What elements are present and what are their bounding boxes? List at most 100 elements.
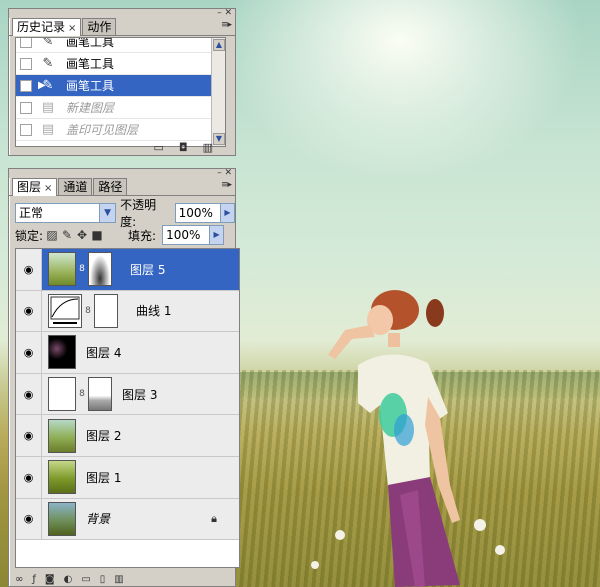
history-item[interactable]: ✎ 画笔工具 <box>16 53 225 75</box>
tab-channels[interactable]: 通道 <box>58 178 93 195</box>
layers-panel-titlebar[interactable]: – ✕ <box>9 169 235 178</box>
chevron-down-icon[interactable]: ▼ <box>99 204 116 222</box>
history-item-label: 画笔工具 <box>66 79 115 93</box>
scroll-up-icon[interactable]: ▲ <box>213 39 225 51</box>
link-layers-icon[interactable]: ∞ <box>15 574 32 585</box>
tab-paths-label: 路径 <box>98 180 123 194</box>
panel-menu-icon[interactable]: ≡▸ <box>221 181 232 190</box>
link-chain-icon[interactable]: 8 <box>77 264 87 274</box>
history-item-label: 盖印可见图层 <box>66 123 139 137</box>
blend-mode-select[interactable]: 正常 ▼ <box>15 203 117 223</box>
layer-thumbnail[interactable] <box>48 418 76 453</box>
eye-icon[interactable]: ◉ <box>16 290 42 332</box>
layer-mask-thumbnail[interactable] <box>88 252 112 287</box>
layer-row[interactable]: ◉ 图层 4 <box>16 332 239 374</box>
eye-icon[interactable]: ◉ <box>16 332 42 373</box>
layer-row[interactable]: ◉ 图层 2 <box>16 415 239 457</box>
layers-list: ◉ 8 图层 5 ◉ 8 曲线 1 ◉ 图层 4 ◉ 8 图层 3 ◉ 图层 2… <box>15 248 240 568</box>
fill-slider-arrow-icon[interactable]: ▶ <box>209 226 224 244</box>
tab-actions-label: 动作 <box>87 20 112 34</box>
layer-thumbnail[interactable] <box>48 377 76 412</box>
brush-icon: ✎ <box>42 37 54 49</box>
opacity-value: 100% <box>178 206 213 220</box>
tab-close-icon[interactable]: × <box>68 23 76 34</box>
layer-row[interactable]: ◉ 图层 1 <box>16 456 239 499</box>
brush-icon: ✎ <box>42 56 54 71</box>
opacity-slider-arrow-icon[interactable]: ▶ <box>220 204 234 222</box>
layer-name[interactable]: 背景 <box>86 510 110 527</box>
new-snapshot-icon[interactable]: ◘ <box>179 141 188 154</box>
tab-layers-label: 图层 <box>17 180 42 194</box>
lock-fill-row: 锁定: ▨ ✎ ✥ ■ 填充: 100% ▶ <box>15 225 225 245</box>
trash-icon[interactable]: ▥ <box>203 141 213 154</box>
panel-minimize-close[interactable]: – ✕ <box>217 169 232 178</box>
layer-mask-thumbnail[interactable] <box>94 293 118 328</box>
history-source-checkbox[interactable] <box>20 57 32 70</box>
layer-mask-thumbnail[interactable] <box>88 377 112 412</box>
layer-row[interactable]: ◉ 8 曲线 1 <box>16 290 239 333</box>
layer-row[interactable]: ◉ 背景 🔒︎ <box>16 498 239 541</box>
eye-icon[interactable]: ◉ <box>16 249 42 290</box>
history-item-selected[interactable]: ▶ ✎ 画笔工具 <box>16 75 225 97</box>
trash-icon[interactable]: ▥ <box>114 574 132 585</box>
curves-adjustment-icon[interactable] <box>48 293 82 328</box>
history-item-label: 画笔工具 <box>66 57 115 71</box>
layer-name[interactable]: 图层 4 <box>86 344 121 361</box>
tab-history[interactable]: 历史记录 × <box>12 18 82 36</box>
history-source-checkbox[interactable] <box>20 123 32 136</box>
history-item-label: 画笔工具 <box>66 37 115 49</box>
history-item-label: 新建图层 <box>66 101 115 115</box>
layer-name[interactable]: 图层 1 <box>86 469 121 486</box>
history-scrollbar[interactable]: ▲ ▼ <box>211 38 225 146</box>
layers-tabs: 图层 × 通道 路径 <box>9 178 235 196</box>
lock-brush-icon[interactable]: ✎ <box>61 228 73 242</box>
fill-value: 100% <box>166 228 201 242</box>
eye-icon[interactable]: ◉ <box>16 456 42 498</box>
lock-all-icon[interactable]: ■ <box>91 228 103 242</box>
lock-transparency-icon[interactable]: ▨ <box>46 228 58 242</box>
eye-icon[interactable]: ◉ <box>16 373 42 415</box>
layer-thumbnail[interactable] <box>48 252 76 287</box>
layer-thumbnail[interactable] <box>48 501 76 536</box>
document-icon: ▤ <box>41 122 55 137</box>
tab-close-icon[interactable]: × <box>44 183 52 194</box>
eye-icon[interactable]: ◉ <box>16 415 42 456</box>
layer-style-icon[interactable]: ƒ <box>32 574 45 585</box>
adjustment-layer-icon[interactable]: ◐ <box>64 574 82 585</box>
history-source-checkbox[interactable] <box>20 38 32 48</box>
history-item[interactable]: ▤ 盖印可见图层 <box>16 119 225 141</box>
layer-thumbnail[interactable] <box>48 335 76 370</box>
layer-name[interactable]: 图层 2 <box>86 427 121 444</box>
history-list: ✎ 画笔工具 ✎ 画笔工具 ▶ ✎ 画笔工具 ▤ 新建图层 ▤ 盖印可见图层 ▲… <box>15 37 226 147</box>
history-item[interactable]: ▤ 新建图层 <box>16 97 225 119</box>
opacity-field[interactable]: 100% ▶ <box>174 203 235 223</box>
eye-icon[interactable]: ◉ <box>16 498 42 540</box>
history-source-checkbox[interactable] <box>20 101 32 114</box>
lock-move-icon[interactable]: ✥ <box>76 228 88 242</box>
panel-menu-icon[interactable]: ≡▸ <box>221 21 232 30</box>
history-panel: – ✕ 历史记录 × 动作 ≡▸ ✎ 画笔工具 ✎ 画笔工具 ▶ ✎ 画笔工具 ▤ <box>8 8 236 156</box>
layer-name[interactable]: 曲线 1 <box>136 302 171 319</box>
layer-name[interactable]: 图层 5 <box>130 261 165 278</box>
layers-panel: – ✕ 图层 × 通道 路径 ≡▸ 正常 ▼ 不透明度: 100% ▶ 锁定: ▨… <box>8 168 240 587</box>
layer-name[interactable]: 图层 3 <box>122 386 157 403</box>
layer-thumbnail[interactable] <box>48 460 76 495</box>
tab-paths[interactable]: 路径 <box>93 178 128 195</box>
layer-row[interactable]: ◉ 8 图层 5 <box>16 249 239 291</box>
new-group-icon[interactable]: ▭ <box>81 574 99 585</box>
history-source-checkbox[interactable] <box>20 79 32 92</box>
panel-minimize-close[interactable]: – ✕ <box>217 9 232 18</box>
layer-row[interactable]: ◉ 8 图层 3 <box>16 373 239 416</box>
history-state-marker-icon: ▶ <box>38 80 46 91</box>
fill-field[interactable]: 100% ▶ <box>162 225 225 245</box>
add-mask-icon[interactable]: ◙ <box>45 574 64 585</box>
tab-layers[interactable]: 图层 × <box>12 178 58 196</box>
lock-icon: 🔒︎ <box>211 511 217 525</box>
new-document-from-state-icon[interactable]: ▭ <box>153 141 163 154</box>
link-chain-icon[interactable]: 8 <box>83 306 93 316</box>
tab-actions[interactable]: 动作 <box>82 18 117 35</box>
new-layer-icon[interactable]: ▯ <box>100 574 115 585</box>
history-item[interactable]: ✎ 画笔工具 <box>16 37 225 53</box>
history-panel-titlebar[interactable]: – ✕ <box>9 9 235 18</box>
link-chain-icon[interactable]: 8 <box>77 389 87 399</box>
